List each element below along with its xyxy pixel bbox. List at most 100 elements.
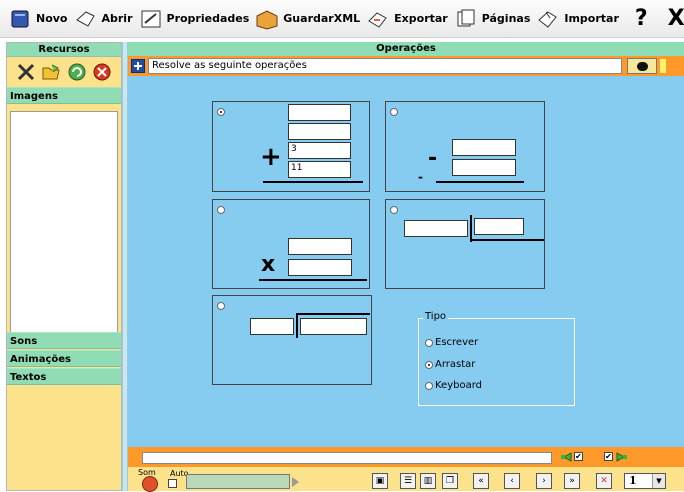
importar-label: Importar bbox=[564, 12, 619, 25]
division-2-dividend[interactable] bbox=[250, 318, 294, 335]
tipo-label-escrever: Escrever bbox=[435, 337, 479, 348]
next-page-icon[interactable]: › bbox=[536, 473, 552, 489]
propriedades-label: Propriedades bbox=[166, 12, 250, 25]
images-list[interactable] bbox=[10, 111, 118, 333]
division-dividend[interactable] bbox=[404, 220, 468, 237]
subtraction-radio[interactable] bbox=[390, 108, 398, 116]
pages-view-icon[interactable]: ▥ bbox=[420, 473, 436, 489]
exportar-label: Exportar bbox=[394, 12, 448, 25]
subtraction-box[interactable]: - - bbox=[385, 101, 545, 192]
instruction-row: Resolve as seguinte operações bbox=[128, 56, 684, 76]
close-button[interactable]: X bbox=[668, 6, 684, 31]
division-bracket-vertical bbox=[470, 215, 472, 242]
play-icon[interactable] bbox=[292, 477, 299, 487]
tipo-label-keyboard: Keyboard bbox=[435, 380, 483, 391]
operations-header: Operações bbox=[128, 42, 684, 56]
subtraction-field-2[interactable] bbox=[452, 159, 516, 176]
auto-checkbox[interactable] bbox=[168, 479, 177, 488]
guardar-xml-label: GuardarXML bbox=[283, 12, 361, 25]
subtraction-field-1[interactable] bbox=[452, 139, 516, 156]
tipo-label-arrastar: Arrastar bbox=[435, 359, 476, 370]
tipo-option-keyboard[interactable]: Keyboard bbox=[425, 380, 482, 391]
division-divisor[interactable] bbox=[474, 218, 524, 235]
pages-icon bbox=[457, 9, 475, 26]
copy-page-icon[interactable]: ❐ bbox=[442, 473, 458, 489]
exportar-button[interactable]: Exportar bbox=[366, 4, 448, 34]
addition-box[interactable]: 3 11 + bbox=[212, 101, 370, 192]
addition-field-3[interactable]: 3 bbox=[288, 142, 351, 159]
importar-button[interactable]: Importar bbox=[536, 4, 619, 34]
division-2-divisor[interactable] bbox=[300, 318, 367, 335]
tipo-group: Tipo Escrever Arrastar Keyboard bbox=[418, 311, 575, 406]
bottom-strip: ✔ ✔ bbox=[128, 447, 684, 467]
division-bracket-horizontal bbox=[470, 239, 544, 241]
last-page-icon[interactable]: » bbox=[564, 473, 580, 489]
multiplication-box[interactable]: x bbox=[212, 199, 370, 289]
operations-panel: Operações Resolve as seguinte operações … bbox=[128, 42, 684, 492]
section-textos[interactable]: Textos bbox=[7, 368, 121, 385]
multiplication-field-1[interactable] bbox=[288, 238, 352, 255]
delete-icon[interactable] bbox=[92, 62, 112, 82]
checkbox-2[interactable]: ✔ bbox=[604, 452, 613, 461]
box-save-icon bbox=[256, 9, 278, 30]
open-folder-icon[interactable] bbox=[41, 62, 61, 82]
checkbox-1[interactable]: ✔ bbox=[574, 452, 583, 461]
minus-sign: - bbox=[428, 146, 438, 171]
division-box[interactable] bbox=[385, 199, 545, 289]
addition-field-1[interactable] bbox=[288, 104, 351, 121]
list-icon[interactable]: ☰ bbox=[400, 473, 416, 489]
instruction-input[interactable]: Resolve as seguinte operações bbox=[148, 58, 622, 74]
tipo-radio-arrastar[interactable] bbox=[425, 360, 433, 369]
tipo-option-arrastar[interactable]: Arrastar bbox=[425, 359, 475, 370]
paginas-label: Páginas bbox=[481, 12, 531, 25]
tipo-radio-escrever[interactable] bbox=[425, 338, 433, 347]
addition-field-2[interactable] bbox=[288, 123, 351, 140]
page-number-select[interactable]: 1 ▼ bbox=[624, 473, 666, 489]
addition-field-4[interactable]: 11 bbox=[288, 161, 351, 178]
division-2-radio[interactable] bbox=[217, 302, 225, 310]
chevron-down-icon[interactable]: ▼ bbox=[652, 474, 665, 488]
previous-page-icon[interactable]: ‹ bbox=[504, 473, 520, 489]
paginas-button[interactable]: Páginas bbox=[454, 4, 531, 34]
section-animacoes[interactable]: Animações bbox=[7, 350, 121, 367]
addition-radio[interactable] bbox=[217, 108, 225, 116]
plus-sign: + bbox=[260, 142, 282, 172]
sound-delete-icon[interactable] bbox=[142, 476, 158, 492]
open-icon bbox=[75, 10, 95, 27]
sound-progress[interactable] bbox=[186, 474, 290, 489]
save-icon[interactable]: ▣ bbox=[372, 473, 388, 489]
add-button[interactable] bbox=[131, 59, 145, 73]
arrow-right-icon[interactable] bbox=[616, 451, 628, 463]
section-imagens[interactable]: Imagens bbox=[7, 87, 121, 104]
propriedades-button[interactable]: Propriedades bbox=[139, 4, 250, 34]
addition-sum-line bbox=[263, 181, 363, 183]
tools-icon[interactable] bbox=[16, 62, 36, 82]
bottom-input[interactable] bbox=[142, 452, 552, 464]
division-box-2[interactable] bbox=[212, 295, 372, 385]
page-number-value: 1 bbox=[629, 474, 637, 487]
tipo-option-escrever[interactable]: Escrever bbox=[425, 337, 478, 348]
division-2-bracket-horizontal bbox=[296, 313, 370, 315]
preview-button[interactable] bbox=[627, 58, 657, 74]
help-button[interactable]: ? bbox=[635, 6, 648, 31]
section-sons[interactable]: Sons bbox=[7, 332, 121, 349]
multiplication-radio[interactable] bbox=[217, 206, 225, 214]
times-sign: x bbox=[261, 252, 276, 277]
export-icon bbox=[368, 11, 387, 28]
division-2-bracket-vertical bbox=[296, 314, 298, 338]
toolbar: Novo Abrir Propriedades GuardarXML Expor… bbox=[0, 0, 684, 38]
bottom-bar: Som Auto ▣ ☰ ▥ ❐ « ‹ › » ✕ 1 ▼ bbox=[128, 467, 684, 492]
refresh-icon[interactable] bbox=[67, 62, 87, 82]
new-file-icon bbox=[11, 10, 29, 27]
multiplication-result-line bbox=[259, 279, 367, 281]
division-radio[interactable] bbox=[390, 206, 398, 214]
delete-page-icon[interactable]: ✕ bbox=[596, 473, 612, 489]
resources-header: Recursos bbox=[7, 43, 121, 57]
abrir-button[interactable]: Abrir bbox=[74, 4, 133, 34]
multiplication-field-2[interactable] bbox=[288, 259, 352, 276]
arrow-left-icon[interactable] bbox=[560, 451, 572, 463]
first-page-icon[interactable]: « bbox=[473, 473, 489, 489]
guardar-xml-button[interactable]: GuardarXML bbox=[255, 4, 360, 34]
tipo-radio-keyboard[interactable] bbox=[425, 381, 433, 390]
novo-button[interactable]: Novo bbox=[8, 4, 68, 34]
